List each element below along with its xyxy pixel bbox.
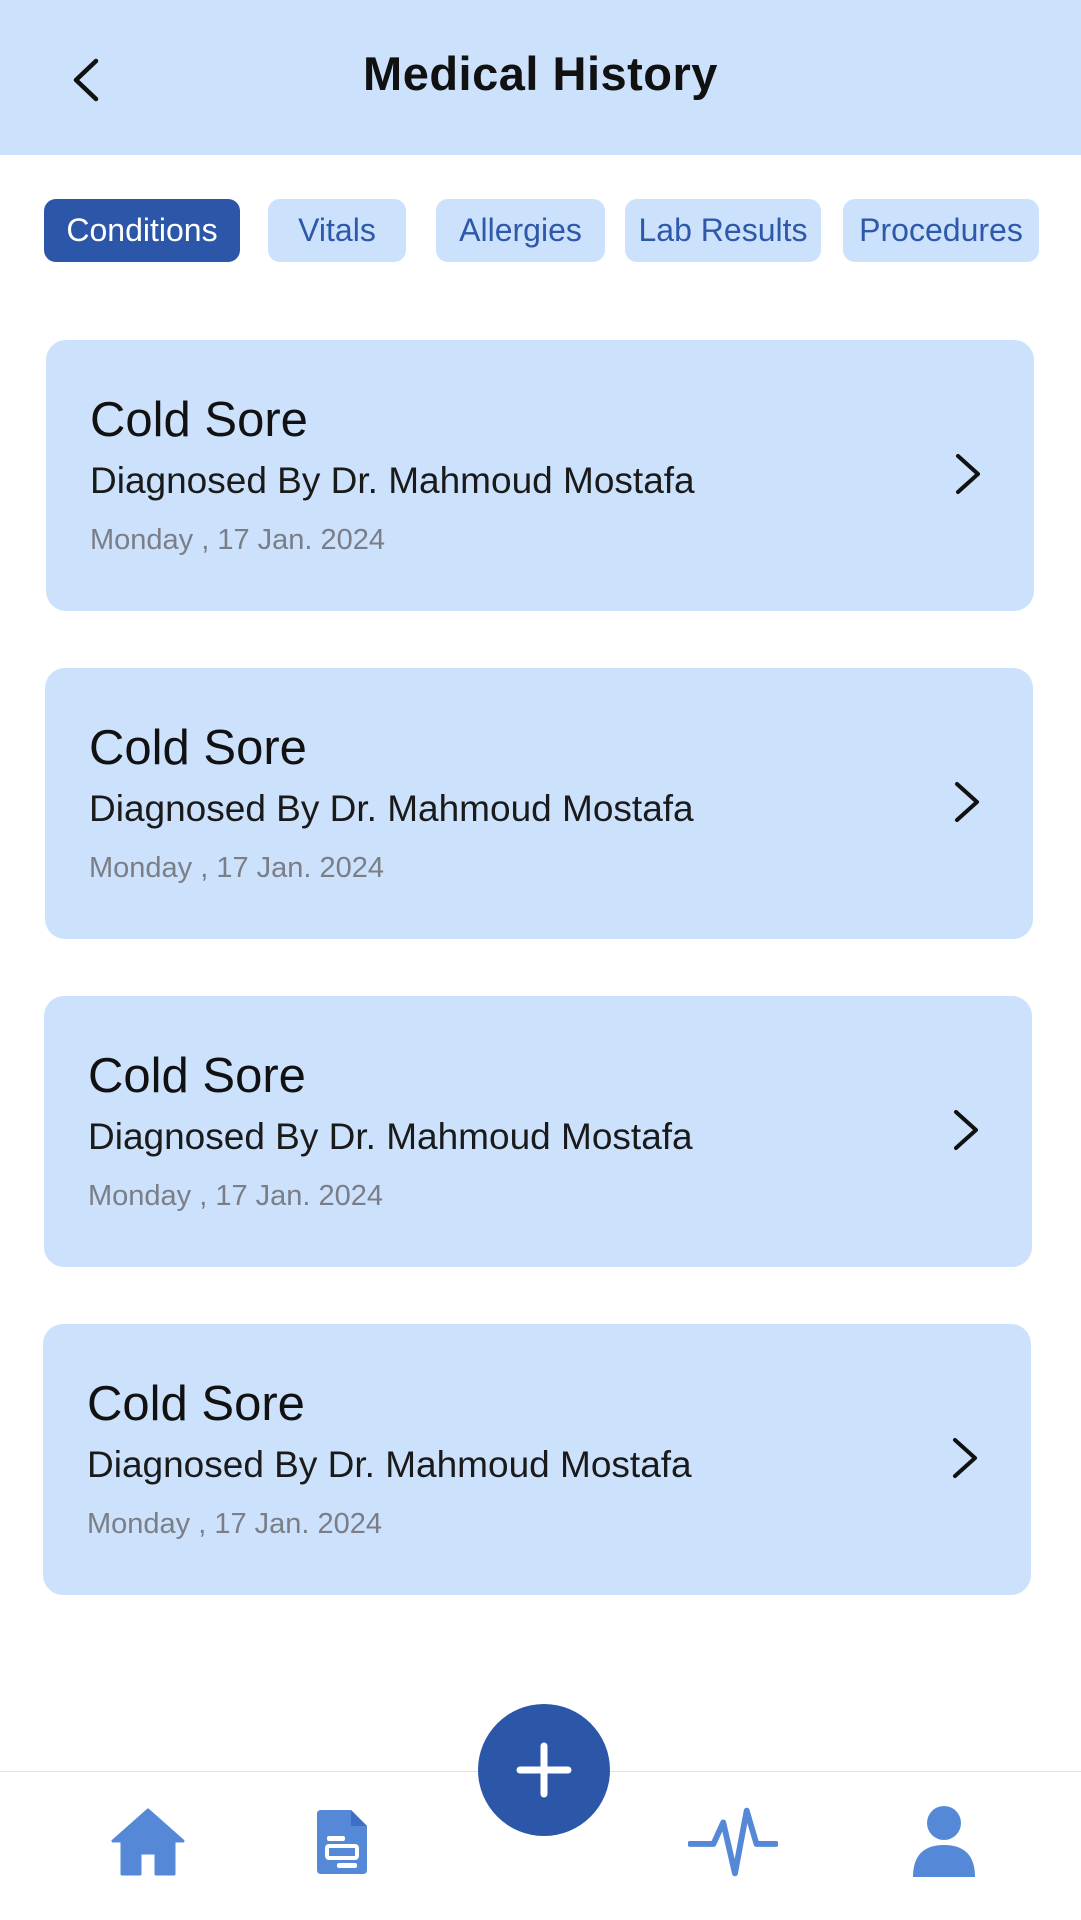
diagnosis-date: Monday , 17 Jan. 2024 — [89, 852, 385, 884]
tab-allergies[interactable]: Allergies — [436, 199, 605, 262]
nav-records[interactable] — [297, 1797, 387, 1887]
chevron-right-icon — [955, 782, 979, 822]
diagnosis-date: Monday , 17 Jan. 2024 — [87, 1508, 383, 1540]
tab-conditions[interactable]: Conditions — [44, 199, 240, 262]
condition-title: Cold Sore — [89, 721, 307, 775]
add-icon — [516, 1742, 572, 1798]
tab-procedures[interactable]: Procedures — [843, 199, 1039, 262]
condition-card[interactable]: Cold Sore Diagnosed By Dr. Mahmoud Mosta… — [46, 340, 1034, 611]
condition-title: Cold Sore — [90, 393, 308, 447]
diagnosis-date: Monday , 17 Jan. 2024 — [88, 1180, 384, 1212]
diagnosed-by-text: Diagnosed By Dr. Mahmoud Mostafa — [87, 1444, 692, 1485]
document-icon — [317, 1810, 367, 1874]
chevron-right-icon — [954, 1110, 978, 1150]
condition-card[interactable]: Cold Sore Diagnosed By Dr. Mahmoud Mosta… — [45, 668, 1033, 939]
header-bar: Medical History — [0, 0, 1081, 155]
condition-card[interactable]: Cold Sore Diagnosed By Dr. Mahmoud Mosta… — [44, 996, 1032, 1267]
diagnosed-by-text: Diagnosed By Dr. Mahmoud Mostafa — [89, 788, 694, 829]
diagnosed-by-text: Diagnosed By Dr. Mahmoud Mostafa — [90, 460, 695, 501]
nav-vitals[interactable] — [688, 1797, 778, 1887]
nav-home[interactable] — [103, 1797, 193, 1887]
app-screen: Medical History Conditions Vitals Allerg… — [0, 0, 1081, 1920]
home-icon — [111, 1808, 185, 1876]
profile-icon — [913, 1806, 975, 1877]
diagnosed-by-text: Diagnosed By Dr. Mahmoud Mostafa — [88, 1116, 693, 1157]
tab-vitals[interactable]: Vitals — [268, 199, 406, 262]
pulse-icon — [688, 1807, 778, 1877]
add-button[interactable] — [478, 1704, 610, 1836]
page-title: Medical History — [363, 47, 718, 100]
diagnosis-date: Monday , 17 Jan. 2024 — [90, 524, 386, 556]
nav-profile[interactable] — [899, 1797, 989, 1887]
condition-card[interactable]: Cold Sore Diagnosed By Dr. Mahmoud Mosta… — [43, 1324, 1031, 1595]
chevron-right-icon — [956, 454, 980, 494]
category-tabs: Conditions Vitals Allergies Lab Results … — [0, 199, 1081, 262]
tab-lab-results[interactable]: Lab Results — [625, 199, 821, 262]
condition-title: Cold Sore — [87, 1377, 305, 1431]
condition-title: Cold Sore — [88, 1049, 306, 1103]
chevron-right-icon — [953, 1438, 977, 1478]
